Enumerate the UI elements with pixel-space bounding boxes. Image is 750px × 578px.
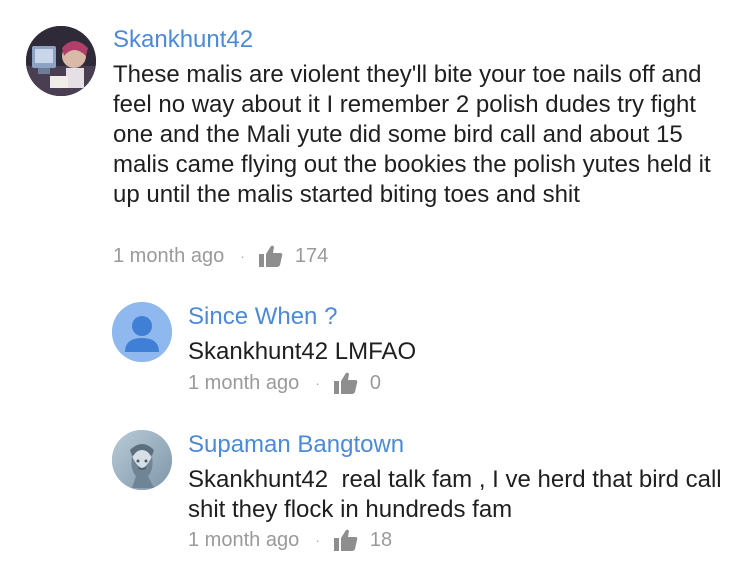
thumbs-up-icon[interactable] — [258, 245, 283, 267]
default-user-avatar-icon — [112, 302, 172, 362]
comment-author[interactable]: Since When ? — [188, 302, 337, 332]
comment-meta: 1 month ago · 174 — [113, 243, 328, 269]
comment-timestamp: 1 month ago — [188, 372, 300, 394]
comment-author[interactable]: Supaman Bangtown — [188, 430, 404, 460]
meta-separator: · — [315, 532, 320, 548]
like-count: 18 — [369, 529, 393, 551]
comment-text: These malis are violent they'll bite you… — [113, 61, 718, 208]
comment-meta: 1 month ago · 18 — [188, 527, 392, 553]
thumbs-up-icon[interactable] — [333, 529, 358, 551]
profile-photo-avatar-icon — [26, 26, 96, 96]
meta-separator: · — [240, 248, 245, 264]
comment-3-reply: Supaman Bangtown Skankhunt42 real talk f… — [0, 418, 750, 578]
comment-2-reply: Since When ? Skankhunt42 LMFAO 1 month a… — [0, 290, 750, 410]
queen-banknote-avatar-icon — [112, 430, 172, 490]
comment-meta: 1 month ago · 0 — [188, 370, 381, 396]
avatar[interactable] — [112, 302, 172, 362]
avatar[interactable] — [112, 430, 172, 490]
comment-timestamp: 1 month ago — [113, 245, 225, 267]
thumbs-up-icon[interactable] — [333, 372, 358, 394]
like-count: 0 — [369, 372, 381, 394]
comment-text: Skankhunt42 real talk fam , I ve herd th… — [188, 466, 729, 523]
avatar[interactable] — [26, 26, 96, 96]
comment-author[interactable]: Skankhunt42 — [113, 25, 253, 55]
comment-1: Skankhunt42 These malis are violent they… — [0, 0, 750, 280]
comment-timestamp: 1 month ago — [188, 529, 300, 551]
comment-text: Skankhunt42 LMFAO — [188, 338, 417, 365]
meta-separator: · — [315, 375, 320, 391]
like-count: 174 — [294, 245, 329, 267]
